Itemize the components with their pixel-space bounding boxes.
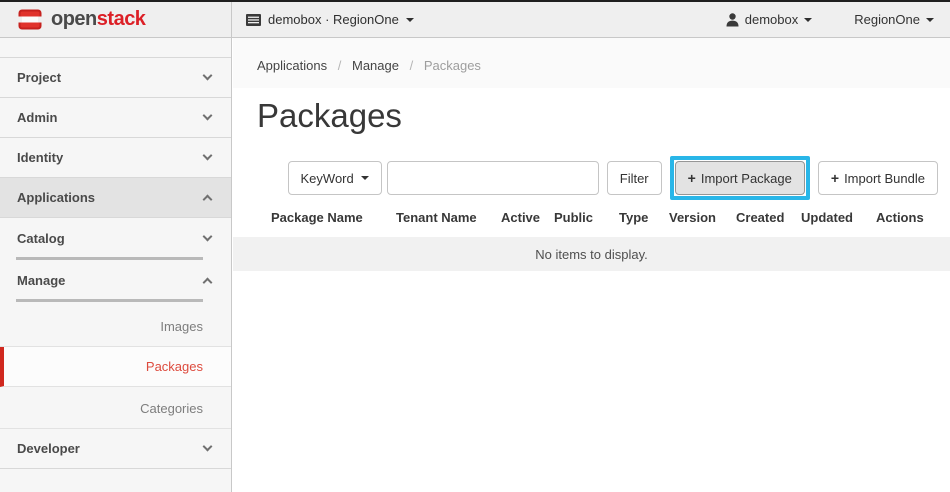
keyword-dropdown-label: KeyWord [301,171,354,186]
breadcrumb-separator: / [338,58,342,73]
brand[interactable]: openstack [0,2,232,37]
brand-stack: stack [97,8,146,30]
sidebar-item-label: Catalog [17,231,65,246]
user-menu-label: demobox [745,12,798,27]
filter-button[interactable]: Filter [607,161,662,195]
column-header-tenant-name[interactable]: Tenant Name [396,210,501,225]
sidebar: Project Admin Identity Applications Cata… [0,38,232,492]
context-switcher-label: demobox · RegionOne [268,12,399,27]
empty-message: No items to display. [535,247,647,262]
filter-button-label: Filter [620,171,649,186]
main-content: Applications / Manage / Packages Package… [233,38,950,492]
sidebar-item-label: Admin [17,110,57,125]
import-bundle-button[interactable]: + Import Bundle [818,161,938,195]
caret-down-icon [804,18,812,22]
plus-icon: + [688,170,696,186]
user-icon [726,13,739,27]
breadcrumb-separator: / [410,58,414,73]
sidebar-item-developer[interactable]: Developer [0,429,231,469]
chevron-down-icon [203,151,213,161]
chevron-up-icon [203,278,213,288]
sidebar-top-spacer [0,38,231,58]
sidebar-item-manage[interactable]: Manage [0,260,231,288]
sidebar-item-categories[interactable]: Categories [0,389,231,429]
sidebar-item-catalog[interactable]: Catalog [0,218,231,246]
chevron-down-icon [203,232,213,242]
import-bundle-label: Import Bundle [844,171,925,186]
domain-icon [246,14,261,26]
brand-open: open [51,8,97,30]
sidebar-item-label: Manage [17,273,65,288]
sidebar-item-images[interactable]: Images [0,307,231,347]
column-header-package-name[interactable]: Package Name [233,210,396,225]
column-header-updated[interactable]: Updated [801,210,876,225]
sidebar-item-label: Images [160,319,203,334]
sidebar-item-label: Project [17,70,61,85]
sidebar-item-label: Developer [17,441,80,456]
sidebar-item-identity[interactable]: Identity [0,138,231,178]
column-header-created[interactable]: Created [736,210,801,225]
breadcrumb: Applications / Manage / Packages [233,38,950,88]
region-menu[interactable]: RegionOne [854,12,934,27]
column-header-active[interactable]: Active [501,210,554,225]
topbar: openstack demobox · RegionOne demobox Re… [0,0,950,38]
topbar-right: demobox RegionOne [726,12,950,27]
chevron-down-icon [203,71,213,81]
chevron-down-icon [203,111,213,121]
breadcrumb-link-applications[interactable]: Applications [257,58,327,73]
region-menu-label: RegionOne [854,12,920,27]
column-header-version[interactable]: Version [669,210,736,225]
openstack-logo-icon [18,8,43,31]
sidebar-item-label: Categories [140,401,203,416]
sidebar-item-applications[interactable]: Applications [0,178,231,218]
sidebar-item-admin[interactable]: Admin [0,98,231,138]
breadcrumb-link-manage[interactable]: Manage [352,58,399,73]
import-package-label: Import Package [701,171,792,186]
caret-down-icon [406,18,414,22]
table-empty-row: No items to display. [233,237,950,271]
caret-down-icon [361,176,369,180]
plus-icon: + [831,170,839,186]
chevron-down-icon [203,442,213,452]
sidebar-item-project[interactable]: Project [0,58,231,98]
context-switcher-menu[interactable]: demobox · RegionOne [246,12,414,27]
packages-table-header: Package Name Tenant Name Active Public T… [233,204,950,230]
column-header-public[interactable]: Public [554,210,619,225]
page-title: Packages [257,98,950,134]
sidebar-item-label: Identity [17,150,63,165]
section-divider [16,299,203,302]
brand-text: openstack [51,8,145,31]
sidebar-item-packages[interactable]: Packages [0,347,231,387]
import-package-button[interactable]: + Import Package [675,161,805,195]
column-header-actions: Actions [876,210,950,225]
sidebar-item-label: Applications [17,190,95,205]
chevron-up-icon [203,195,213,205]
tutorial-highlight-box: + Import Package [670,156,810,200]
keyword-dropdown[interactable]: KeyWord [288,161,382,195]
search-input[interactable] [387,161,599,195]
sidebar-item-label: Packages [146,359,203,374]
filter-actions-bar: KeyWord Filter + Import Package + Import… [233,156,938,200]
column-header-type[interactable]: Type [619,210,669,225]
caret-down-icon [926,18,934,22]
user-menu[interactable]: demobox [726,12,812,27]
breadcrumb-current: Packages [424,58,481,73]
